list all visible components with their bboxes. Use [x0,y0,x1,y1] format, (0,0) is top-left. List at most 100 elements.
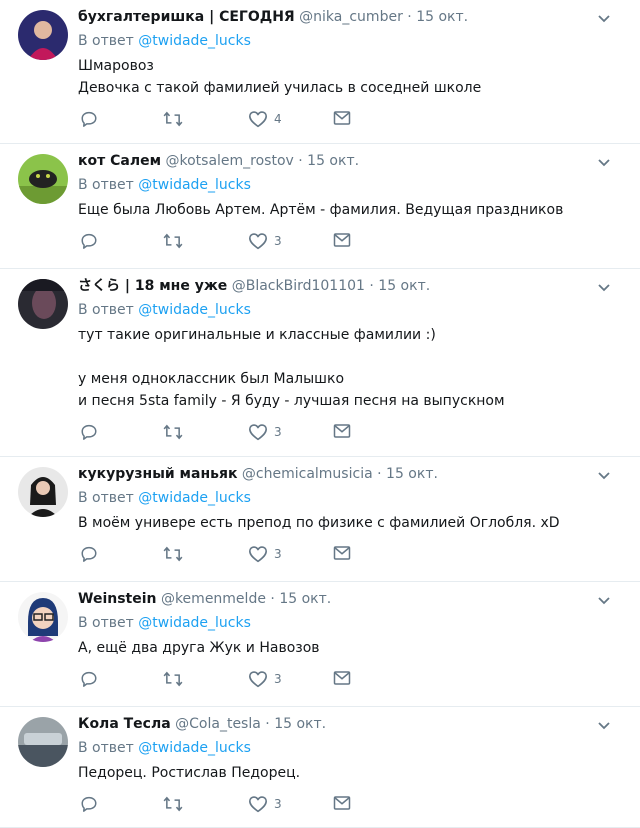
separator: · [407,9,412,25]
avatar[interactable] [18,10,68,60]
username[interactable]: @nika_cumber [299,9,403,25]
retweet-button[interactable] [163,545,183,563]
reply-to-link[interactable]: @twidade_lucks [138,302,251,318]
tweet-header: бухгалтеришка | СЕГОДНЯ @nika_cumber · 1… [78,8,628,27]
retweet-button[interactable] [163,110,183,128]
tweet-text-line: у меня одноклассник был Малышко [78,371,345,387]
reply-button[interactable] [80,232,98,250]
like-button[interactable]: 3 [248,232,282,250]
like-count: 4 [274,112,282,126]
avatar[interactable] [18,592,68,642]
tweet[interactable]: кот Салем @kotsalem_rostov · 15 окт. В о… [0,144,640,269]
avatar[interactable] [18,467,68,517]
direct-message-button[interactable] [333,670,351,686]
tweet-date[interactable]: 15 окт. [307,153,359,169]
reply-to-link[interactable]: @twidade_lucks [138,615,251,631]
like-count: 3 [274,672,282,686]
reply-button[interactable] [80,423,98,441]
display-name[interactable]: бухгалтеришка | СЕГОДНЯ [78,9,295,25]
tweet-actions: 4 [78,99,628,139]
like-button[interactable]: 3 [248,423,282,441]
reply-icon [80,232,98,250]
username[interactable]: @kemenmelde [161,591,266,607]
tweet-text: Еще была Любовь Артем. Артём - фамилия. … [78,199,628,221]
tweet-date[interactable]: 15 окт. [378,278,430,294]
reply-to-link[interactable]: @twidade_lucks [138,33,251,49]
display-name[interactable]: кукурузный маньяк [78,466,237,482]
tweet-actions: 3 [78,784,628,824]
direct-message-button[interactable] [333,545,351,561]
chevron-down-icon[interactable] [596,10,612,26]
reply-icon [80,545,98,563]
reply-button[interactable] [80,795,98,813]
direct-message-button[interactable] [333,110,351,126]
retweet-button[interactable] [163,423,183,441]
separator: · [270,591,275,607]
avatar[interactable] [18,154,68,204]
tweet-date[interactable]: 15 окт. [416,9,468,25]
chevron-down-icon[interactable] [596,279,612,295]
username[interactable]: @Cola_tesla [175,716,261,732]
heart-icon [248,670,268,688]
avatar[interactable] [18,279,68,329]
heart-icon [248,423,268,441]
chevron-down-icon[interactable] [596,154,612,170]
envelope-icon [333,795,351,811]
direct-message-button[interactable] [333,423,351,439]
heart-icon [248,545,268,563]
separator: · [265,716,270,732]
display-name[interactable]: Weinstein [78,591,157,607]
reply-to-link[interactable]: @twidade_lucks [138,740,251,756]
display-name[interactable]: кот Салем [78,153,161,169]
chevron-down-icon[interactable] [596,467,612,483]
username[interactable]: @kotsalem_rostov [165,153,293,169]
chevron-down-icon[interactable] [596,592,612,608]
avatar[interactable] [18,717,68,767]
direct-message-button[interactable] [333,232,351,248]
username[interactable]: @chemicalmusicia [242,466,373,482]
reply-button[interactable] [80,110,98,128]
reply-context: В ответ @twidade_lucks [78,612,628,634]
username[interactable]: @BlackBird101101 [232,278,365,294]
retweet-button[interactable] [163,795,183,813]
retweet-button[interactable] [163,670,183,688]
tweet-header: кот Салем @kotsalem_rostov · 15 окт. [78,152,628,171]
reply-button[interactable] [80,670,98,688]
heart-icon [248,795,268,813]
like-count: 3 [274,425,282,439]
reply-context: В ответ @twidade_lucks [78,299,628,321]
retweet-icon [163,545,183,563]
display-name[interactable]: Кола Тесла [78,716,171,732]
tweet-date[interactable]: 15 окт. [386,466,438,482]
retweet-button[interactable] [163,232,183,250]
direct-message-button[interactable] [333,795,351,811]
tweet-date[interactable]: 15 окт. [274,716,326,732]
display-name[interactable]: さくら | 18 мне уже [78,278,227,294]
tweet[interactable]: кукурузный маньяк @chemicalmusicia · 15 … [0,457,640,582]
reply-to-link[interactable]: @twidade_lucks [138,490,251,506]
tweet-text-line: Педорец. Ростислав Педорец. [78,765,301,781]
like-button[interactable]: 3 [248,545,282,563]
like-button[interactable]: 4 [248,110,282,128]
replies-feed: бухгалтеришка | СЕГОДНЯ @nika_cumber · 1… [0,0,640,828]
tweet-header: кукурузный маньяк @chemicalmusicia · 15 … [78,465,628,484]
reply-icon [80,795,98,813]
tweet-text-line: Девочка с такой фамилией училась в сосед… [78,80,482,96]
tweet[interactable]: さくら | 18 мне уже @BlackBird101101 · 15 о… [0,269,640,457]
envelope-icon [333,110,351,126]
like-button[interactable]: 3 [248,670,282,688]
tweet[interactable]: бухгалтеришка | СЕГОДНЯ @nika_cumber · 1… [0,0,640,144]
tweet[interactable]: Кола Тесла @Cola_tesla · 15 окт. В ответ… [0,707,640,828]
tweet-text-line: А, ещё два друга Жук и Навозов [78,640,320,656]
reply-button[interactable] [80,545,98,563]
retweet-icon [163,795,183,813]
reply-prefix: В ответ [78,302,134,318]
reply-to-link[interactable]: @twidade_lucks [138,177,251,193]
tweet-header: Кола Тесла @Cola_tesla · 15 окт. [78,715,628,734]
like-button[interactable]: 3 [248,795,282,813]
tweet-date[interactable]: 15 окт. [279,591,331,607]
tweet-text: Педорец. Ростислав Педорец. [78,762,628,784]
tweet[interactable]: Weinstein @kemenmelde · 15 окт. В ответ … [0,582,640,707]
reply-context: В ответ @twidade_lucks [78,737,628,759]
chevron-down-icon[interactable] [596,717,612,733]
